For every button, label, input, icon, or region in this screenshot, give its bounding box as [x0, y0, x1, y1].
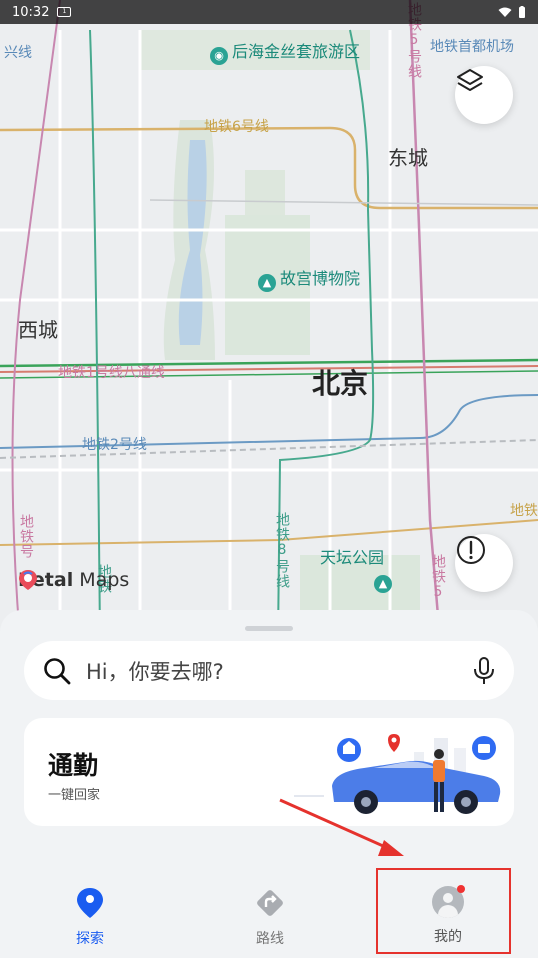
route-icon: [257, 890, 283, 916]
metro-line5-bottom-label: 地铁5: [430, 554, 446, 601]
poi-palace-label: 故宫博物院: [280, 269, 361, 288]
commute-subtitle: 一键回家: [48, 788, 101, 803]
sheet-grab-handle[interactable]: [245, 626, 293, 631]
museum-icon: ▲: [258, 274, 276, 292]
camera-icon: ◉: [210, 47, 228, 65]
location-pin-icon: [77, 888, 103, 918]
metro-line1-label: 地铁1号线八通线: [58, 365, 165, 381]
map-view[interactable]: ◉ 后海金丝套旅游区 ▲ 故宫博物院 天坛公园 ▲ 东城 西城 北京 地铁6号线 地…: [0, 0, 538, 640]
commute-card[interactable]: 通勤 一键回家: [24, 718, 514, 826]
metro-right-edge-label: 地铁: [510, 503, 538, 519]
poi-houhai[interactable]: ◉ 后海金丝套旅游区: [210, 38, 360, 65]
metro-line8-label: 地铁8号线: [274, 512, 290, 589]
notification-app-icon: 1: [57, 7, 72, 17]
district-dongcheng: 东城: [388, 146, 428, 170]
commute-title: 通勤: [48, 751, 99, 780]
metro-xing-label: 兴线: [4, 45, 32, 61]
layers-icon: [457, 69, 483, 91]
nav-tab-explore[interactable]: 探索: [30, 868, 150, 956]
petal-maps-logo: Petal Maps: [18, 569, 129, 591]
petal-pin-icon: [19, 570, 37, 590]
poi-tiantan[interactable]: 天坛公园: [320, 544, 384, 568]
metro-left-vertical-label: 地铁号: [18, 514, 34, 559]
petal-brand-rest: Maps: [79, 569, 130, 591]
district-xicheng: 西城: [18, 318, 58, 342]
park-icon: ▲: [374, 570, 396, 593]
layers-button[interactable]: [455, 66, 513, 124]
poi-tiantan-label: 天坛公园: [320, 548, 385, 567]
metro-line2-label: 地铁2号线: [82, 437, 147, 453]
wifi-icon: [498, 7, 512, 17]
microphone-icon[interactable]: [472, 656, 496, 686]
metro-airport-label: 地铁首都机场: [430, 39, 514, 55]
search-icon: [44, 657, 71, 684]
search-placeholder[interactable]: Hi，你要去哪?: [86, 656, 472, 686]
poi-houhai-label: 后海金丝套旅游区: [232, 42, 361, 61]
status-bar: 10:32 1: [0, 0, 538, 24]
nav-label-route: 路线: [256, 931, 284, 947]
search-bar[interactable]: Hi，你要去哪?: [24, 641, 514, 700]
poi-palace[interactable]: ▲ 故宫博物院: [258, 265, 360, 292]
exclamation-icon: [457, 536, 485, 564]
nav-label-explore: 探索: [76, 931, 104, 947]
battery-icon: [519, 6, 525, 18]
city-beijing: 北京: [312, 367, 369, 400]
nav-tab-route[interactable]: 路线: [210, 868, 330, 956]
annotation-highlight-box: [376, 868, 511, 954]
status-time: 10:32: [12, 4, 50, 20]
metro-line6-label: 地铁6号线: [204, 119, 269, 135]
car-illustration: [294, 734, 501, 814]
traffic-alert-button[interactable]: [455, 534, 513, 592]
